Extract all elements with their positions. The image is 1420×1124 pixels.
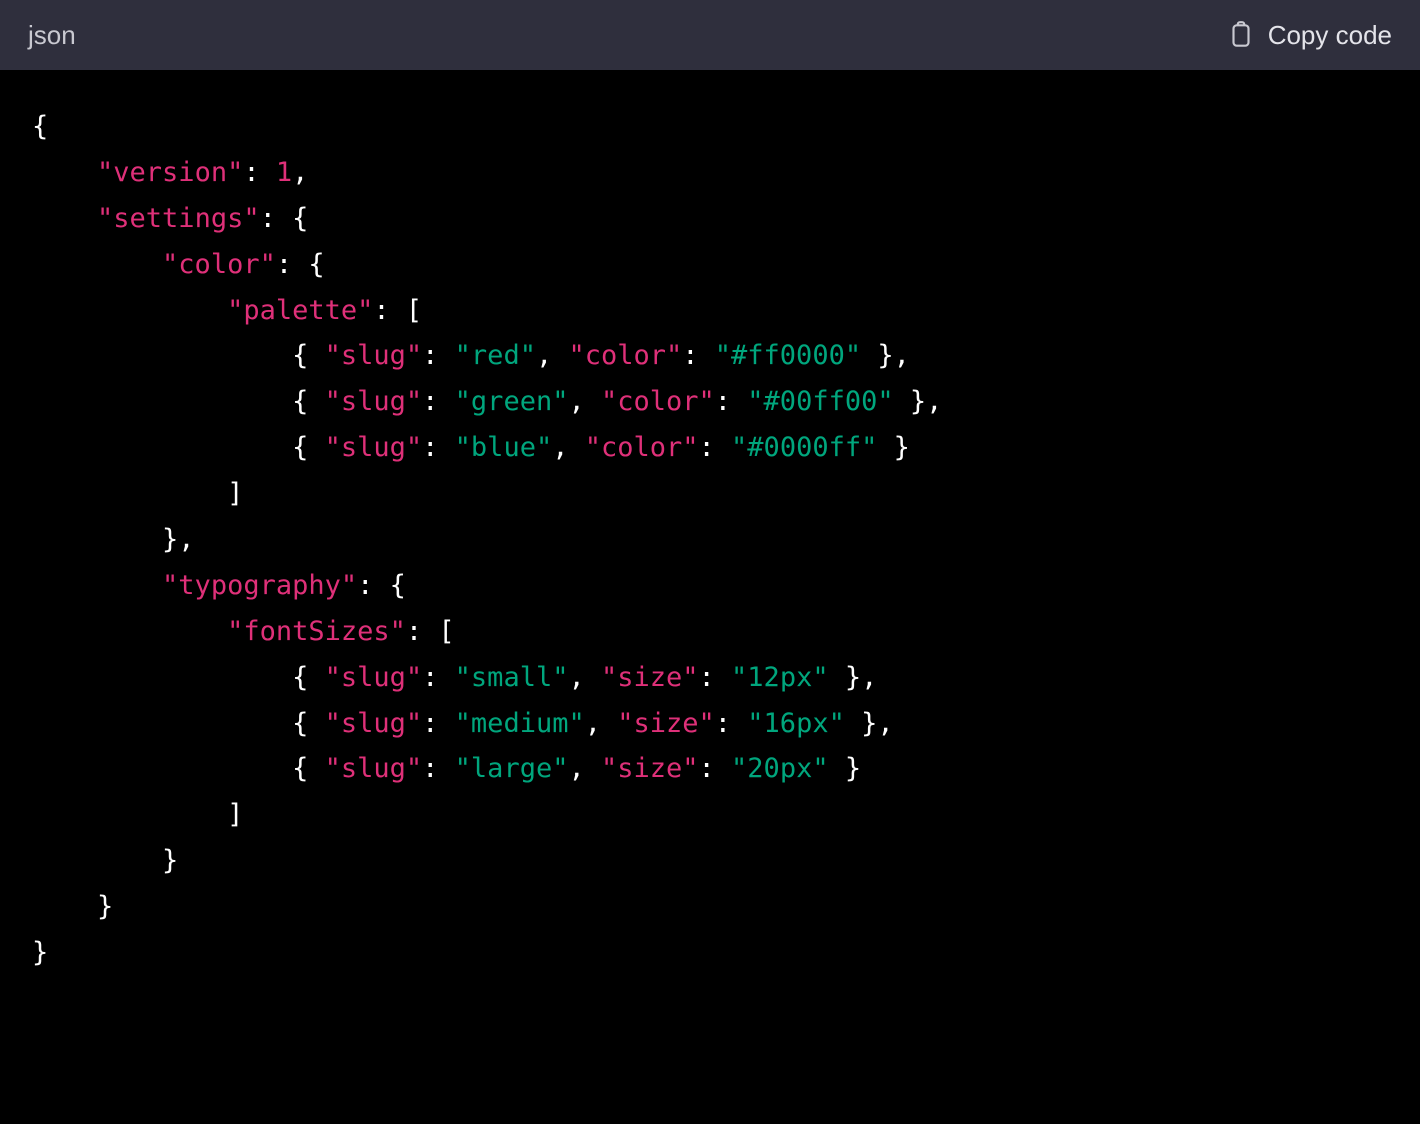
- code-line: { "slug": "small", "size": "12px" },: [32, 655, 1388, 701]
- code-block-header: json Copy code: [0, 0, 1420, 70]
- code-line: { "slug": "medium", "size": "16px" },: [32, 701, 1388, 747]
- language-label: json: [28, 20, 76, 51]
- code-line: { "slug": "red", "color": "#ff0000" },: [32, 333, 1388, 379]
- copy-code-label: Copy code: [1268, 20, 1392, 51]
- code-line: }: [32, 930, 1388, 976]
- code-line: ]: [32, 792, 1388, 838]
- code-line: "palette": [: [32, 288, 1388, 334]
- code-content: { "version": 1, "settings": { "color": {…: [0, 70, 1420, 1010]
- copy-code-button[interactable]: Copy code: [1228, 20, 1392, 51]
- code-line: }: [32, 884, 1388, 930]
- code-line: }: [32, 838, 1388, 884]
- code-line: {: [32, 104, 1388, 150]
- code-line: ]: [32, 471, 1388, 517]
- code-line: "typography": {: [32, 563, 1388, 609]
- code-line: { "slug": "green", "color": "#00ff00" },: [32, 379, 1388, 425]
- code-line: "settings": {: [32, 196, 1388, 242]
- code-line: "fontSizes": [: [32, 609, 1388, 655]
- clipboard-icon: [1228, 20, 1254, 50]
- code-line: },: [32, 517, 1388, 563]
- code-line: "version": 1,: [32, 150, 1388, 196]
- code-line: "color": {: [32, 242, 1388, 288]
- code-line: { "slug": "large", "size": "20px" }: [32, 746, 1388, 792]
- code-line: { "slug": "blue", "color": "#0000ff" }: [32, 425, 1388, 471]
